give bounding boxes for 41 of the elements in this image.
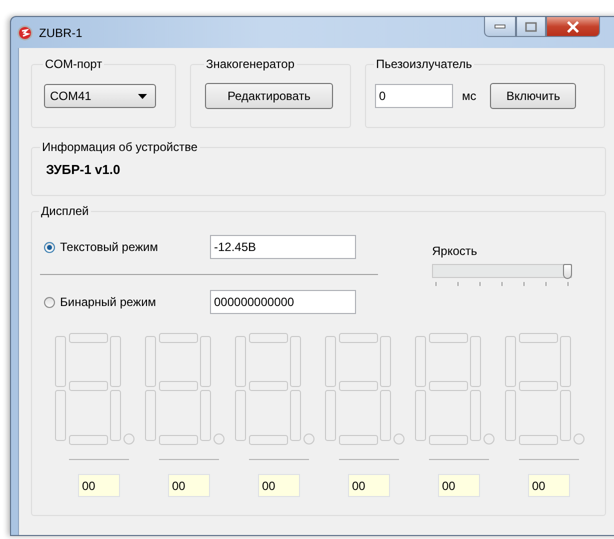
digit-code-field[interactable]: 00 (258, 474, 300, 497)
group-label: Знакогенератор (205, 57, 296, 71)
dropdown-arrow-icon (138, 94, 147, 98)
digit-code-field[interactable]: 00 (168, 474, 210, 497)
mode-value-field[interactable]: 000000000000 (210, 290, 356, 314)
radio-button[interactable] (44, 296, 55, 308)
device-name: ЗУБР-1 v1.0 (45, 162, 122, 177)
minimize-icon (494, 24, 506, 30)
group-label: COM-порт (44, 57, 104, 71)
seven-segment-digit[interactable] (235, 333, 317, 447)
radio-label: Бинарный режим (60, 295, 156, 309)
port-dropdown[interactable]: COM41 (44, 84, 156, 108)
seven-segment-digit[interactable] (145, 333, 227, 447)
slider-thumb[interactable] (563, 264, 572, 279)
seven-segment-digit[interactable] (505, 333, 587, 447)
enable-button[interactable]: Включить (490, 83, 576, 109)
window-title: ZUBR-1 (39, 26, 82, 40)
seven-segment-digit[interactable] (325, 333, 407, 447)
radio-button[interactable] (44, 242, 55, 252)
unit-label: мс (462, 89, 476, 103)
app-icon (17, 24, 33, 40)
brightness-slider[interactable] (432, 264, 572, 278)
maximize-button[interactable] (516, 17, 546, 37)
group-label: Информация об устройстве (41, 140, 199, 154)
group-label: Пьезоизлучатель (375, 57, 473, 71)
close-button[interactable] (546, 17, 600, 37)
group-label: Дисплей (40, 204, 90, 218)
digit-code-field[interactable]: 00 (528, 474, 570, 497)
edit-button[interactable]: Редактировать (205, 83, 333, 109)
minimize-button[interactable] (484, 17, 516, 37)
digit-code-field[interactable]: 00 (438, 474, 480, 497)
duration-field[interactable]: 0 (375, 84, 453, 108)
radio-label: Текстовый режим (60, 240, 158, 254)
close-icon (566, 20, 580, 32)
brightness-label: Яркость (432, 244, 478, 258)
digit-code-field[interactable]: 00 (78, 474, 120, 497)
maximize-icon (525, 22, 537, 32)
mode-value-field[interactable]: -12.45В (210, 235, 356, 259)
digit-code-field[interactable]: 00 (348, 474, 390, 497)
seven-segment-digit[interactable] (415, 333, 497, 447)
seven-segment-digit[interactable] (55, 333, 137, 447)
